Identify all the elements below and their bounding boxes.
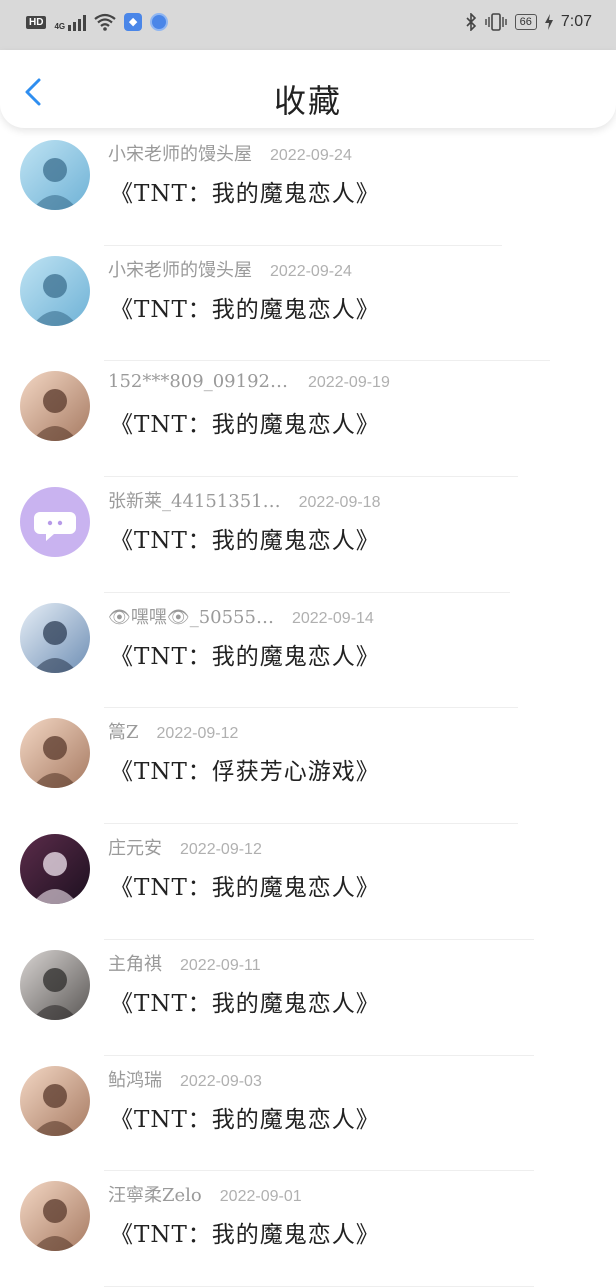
date-label: 2022-09-11	[180, 956, 261, 974]
status-left: HD 4G ◆	[26, 13, 169, 31]
favorite-item[interactable]: 152***809_091925… 2022-09-19 《TNT：我的魔鬼恋人》	[0, 361, 616, 478]
username[interactable]: 主角祺	[108, 950, 162, 976]
item-meta: 张新莱_44151351… 2022-09-18	[108, 487, 380, 513]
item-meta: 152***809_091925… 2022-09-19	[108, 371, 390, 392]
story-title[interactable]: 《TNT：我的魔鬼恋人》	[110, 521, 380, 555]
favorite-item[interactable]: 张新莱_44151351… 2022-09-18 《TNT：我的魔鬼恋人》	[0, 477, 616, 593]
story-title[interactable]: 《TNT：我的魔鬼恋人》	[110, 174, 380, 208]
favorite-item[interactable]: 小宋老师的馒头屋 2022-09-24 《TNT：我的魔鬼恋人》	[0, 130, 616, 246]
date-label: 2022-09-01	[219, 1188, 302, 1206]
avatar[interactable]	[20, 1065, 90, 1136]
item-meta: 主角祺 2022-09-11	[108, 950, 261, 976]
network-type: 4G	[54, 22, 66, 31]
battery-icon: 66	[514, 14, 537, 30]
date-label: 2022-09-14	[291, 609, 374, 627]
favorite-item[interactable]: 庄元安 2022-09-12 《TNT：我的魔鬼恋人》	[0, 824, 616, 940]
story-title[interactable]: 《TNT：我的魔鬼恋人》	[110, 637, 380, 671]
shield-app-icon: ◆	[124, 13, 143, 31]
vibrate-icon	[484, 13, 507, 31]
favorite-item[interactable]: 小宋老师的馒头屋 2022-09-24 《TNT：我的魔鬼恋人》	[0, 246, 616, 362]
clock: 7:07	[560, 13, 592, 30]
date-label: 2022-09-03	[180, 1072, 262, 1090]
story-title[interactable]: 《TNT：我的魔鬼恋人》	[110, 868, 380, 902]
date-label: 2022-09-18	[298, 494, 381, 512]
story-title[interactable]: 《TNT：我的魔鬼恋人》	[110, 1100, 380, 1134]
favorite-item[interactable]: 篙Z 2022-09-12 《TNT：俘获芳心游戏》	[0, 708, 616, 825]
charging-icon	[544, 14, 553, 30]
avatar[interactable]	[20, 949, 90, 1020]
date-label: 2022-09-24	[270, 262, 352, 280]
username[interactable]: 庄元安	[108, 834, 162, 860]
avatar[interactable]	[20, 371, 90, 442]
username[interactable]: 小宋老师的馒头屋	[108, 140, 252, 166]
item-meta: 小宋老师的馒头屋 2022-09-24	[108, 140, 352, 166]
avatar[interactable]	[20, 602, 90, 673]
avatar[interactable]	[20, 1181, 90, 1252]
date-label: 2022-09-12	[180, 841, 262, 859]
username[interactable]: 张新莱_44151351…	[108, 487, 281, 513]
header: 收藏	[0, 50, 616, 128]
avatar[interactable]	[20, 487, 90, 558]
username[interactable]: 152***809_091925…	[108, 371, 290, 392]
story-title[interactable]: 《TNT：我的魔鬼恋人》	[110, 984, 380, 1018]
bluetooth-icon	[466, 13, 476, 31]
signal-icon: 4G	[54, 13, 87, 31]
username[interactable]: 小宋老师的馒头屋	[108, 256, 252, 282]
item-meta: 鲇鸿瑞 2022-09-03	[108, 1066, 262, 1092]
username[interactable]: 鲇鸿瑞	[108, 1066, 162, 1092]
favorite-item[interactable]: 汪寧柔Zelo 2022-09-01 《TNT：我的魔鬼恋人》	[0, 1171, 616, 1287]
item-meta: 篙Z 2022-09-12	[108, 718, 238, 744]
avatar[interactable]	[20, 255, 90, 326]
username[interactable]: 汪寧柔Zelo	[108, 1181, 202, 1207]
favorites-list: 小宋老师的馒头屋 2022-09-24 《TNT：我的魔鬼恋人》 小宋老师的馒头屋 20…	[0, 130, 616, 1287]
favorite-item[interactable]: 👁嘿嘿👁_50555… 2022-09-14 《TNT：我的魔鬼恋人》	[0, 593, 616, 709]
favorite-item[interactable]: 主角祺 2022-09-11 《TNT：我的魔鬼恋人》	[0, 940, 616, 1056]
hd-badge-icon: HD	[26, 15, 47, 29]
username[interactable]: 篙Z	[108, 718, 139, 744]
username[interactable]: 👁嘿嘿👁_50555…	[108, 603, 274, 629]
item-meta: 小宋老师的馒头屋 2022-09-24	[108, 256, 352, 282]
avatar[interactable]	[20, 140, 90, 210]
wifi-icon	[94, 13, 116, 31]
avatar[interactable]	[20, 718, 90, 789]
date-label: 2022-09-19	[308, 374, 390, 392]
story-title[interactable]: 《TNT：我的魔鬼恋人》	[110, 290, 380, 324]
favorite-item[interactable]: 鲇鸿瑞 2022-09-03 《TNT：我的魔鬼恋人》	[0, 1056, 616, 1172]
story-title[interactable]: 《TNT：俘获芳心游戏》	[110, 752, 380, 786]
item-meta: 庄元安 2022-09-12	[108, 834, 262, 860]
browser-app-icon	[150, 13, 169, 31]
status-bar: HD 4G ◆ 66 7:07	[0, 0, 616, 50]
date-label: 2022-09-12	[156, 725, 239, 743]
page-title: 收藏	[273, 82, 342, 120]
avatar[interactable]	[20, 834, 90, 905]
story-title[interactable]: 《TNT：我的魔鬼恋人》	[110, 1215, 380, 1249]
status-right: 66 7:07	[465, 13, 592, 31]
story-title[interactable]: 《TNT：我的魔鬼恋人》	[110, 405, 380, 439]
date-label: 2022-09-24	[270, 147, 352, 164]
item-meta: 👁嘿嘿👁_50555… 2022-09-14	[108, 603, 374, 629]
item-meta: 汪寧柔Zelo 2022-09-01	[108, 1181, 302, 1207]
